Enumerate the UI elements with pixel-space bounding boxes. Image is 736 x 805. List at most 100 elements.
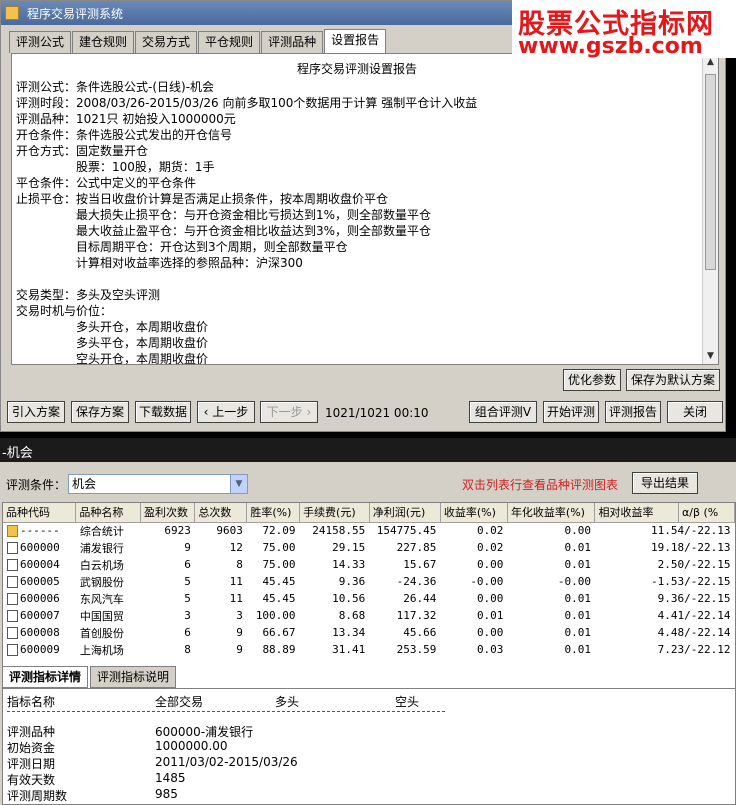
cell-profit: 15.67 — [403, 558, 437, 571]
col-header[interactable]: 相对收益率 — [594, 503, 680, 523]
tab-instruments[interactable]: 评测品种 — [261, 31, 324, 53]
cell-wins: 6923 — [164, 524, 191, 538]
download-data-button[interactable]: 下载数据 — [135, 401, 191, 423]
report-line: 目标周期平仓：开仓达到3个周期，则全部数量平仓 — [16, 240, 348, 254]
cell-annual: 0.01 — [564, 558, 591, 571]
cell-total: 9603 — [216, 524, 243, 538]
cell-return: 0.00 — [476, 558, 504, 571]
tab-close-rules[interactable]: 平仓规则 — [198, 31, 261, 53]
cell-winrate: 75.00 — [262, 541, 296, 554]
save-as-default-button[interactable]: 保存为默认方案 — [626, 369, 720, 391]
report-line: 评测公式：条件选股公式-(日线)-机会 — [16, 80, 215, 94]
report-line: 交易时机与价位： — [16, 304, 113, 318]
doc-icon — [7, 644, 18, 656]
evaluation-window: 程序交易评测系统 × 评测公式 建仓规则 交易方式 平仓规则 评测品种 设置报告… — [0, 0, 726, 432]
table-row[interactable]: 600006 东风汽车 5 11 45.45 10.56 26.44 0.00 … — [3, 590, 735, 607]
cell-return: 0.00 — [476, 626, 504, 639]
tab-metric-help[interactable]: 评测指标说明 — [90, 666, 177, 688]
cell-profit: 117.32 — [396, 609, 437, 622]
cell-fee: 31.41 — [332, 643, 366, 656]
combine-eval-button[interactable]: 组合评测V — [469, 401, 537, 423]
table-row[interactable]: ------ 综合统计 6923 9603 72.09 24158.55 154… — [3, 522, 735, 539]
report-line: 空头开仓，本周期收盘价 — [16, 352, 209, 365]
tab-settings-report[interactable]: 设置报告 — [324, 29, 387, 53]
cell-return: -0.00 — [470, 575, 504, 588]
report-title: 程序交易评测设置报告 — [296, 62, 417, 76]
import-scheme-button[interactable]: 引入方案 — [7, 401, 65, 423]
col-header[interactable]: 品种名称 — [75, 503, 141, 523]
condition-label: 评测条件： — [6, 478, 67, 492]
scroll-thumb[interactable] — [705, 74, 716, 270]
close-button[interactable]: 关闭 — [667, 401, 723, 423]
prev-step-button[interactable]: ‹ 上一步 — [197, 401, 255, 423]
cell-relative: 9.36/-22.15 — [657, 592, 731, 605]
metric-name: 初始资金 — [7, 741, 56, 755]
col-header[interactable]: 净利润(元) — [369, 503, 441, 523]
report-line: 止损平仓：按当日收盘价计算是否满足止损条件，按本周期收盘价平仓 — [16, 192, 389, 206]
tab-metric-details[interactable]: 评测指标详情 — [2, 666, 89, 688]
condition-value: 机会 — [72, 477, 97, 491]
cell-wins: 3 — [184, 609, 191, 622]
table-row[interactable]: 600007 中国国贸 3 3 100.00 8.68 117.32 0.01 … — [3, 607, 735, 624]
table-row[interactable]: 600005 武钢股份 5 11 45.45 9.36 -24.36 -0.00… — [3, 573, 735, 590]
report-line: 多头平仓，本周期收盘价 — [16, 336, 209, 350]
tab-trade-mode[interactable]: 交易方式 — [135, 31, 198, 53]
cell-relative: 4.41/-22.14 — [657, 609, 731, 622]
code: 600005 — [20, 575, 60, 588]
start-eval-button[interactable]: 开始评测 — [543, 401, 599, 423]
code: ------ — [20, 524, 60, 538]
cell-annual: 0.01 — [564, 541, 591, 554]
optimize-params-button[interactable]: 优化参数 — [563, 369, 621, 391]
cell-fee: 14.33 — [332, 558, 366, 571]
col-header[interactable]: 总次数 — [194, 503, 248, 523]
table-row[interactable]: 600008 首创股份 6 9 66.67 13.34 45.66 0.00 0… — [3, 624, 735, 641]
cell-winrate: 75.00 — [262, 558, 296, 571]
table-row[interactable]: 600000 浦发银行 9 12 75.00 29.15 227.85 0.02… — [3, 539, 735, 556]
eval-report-button[interactable]: 评测报告 — [605, 401, 661, 423]
metric-value: 1000000.00 — [155, 739, 228, 753]
metric-value: 2011/03/02-2015/03/26 — [155, 755, 298, 769]
cell-winrate: 66.67 — [262, 626, 296, 639]
tab-formula[interactable]: 评测公式 — [9, 31, 72, 53]
cell-profit: 227.85 — [396, 541, 437, 554]
code: 600009 — [20, 643, 60, 656]
chevron-down-icon[interactable]: ▼ — [230, 475, 247, 493]
col-header[interactable]: 手续费(元) — [299, 503, 370, 523]
report-line: 平仓条件：公式中定义的平仓条件 — [16, 176, 197, 190]
col-header[interactable]: 盈利次数 — [140, 503, 196, 523]
metric-value: 600000-浦发银行 — [155, 725, 254, 739]
cell-fee: 24158.55 — [312, 524, 366, 538]
chevron-right-icon: › — [302, 405, 312, 419]
detail-tab-bar: 评测指标详情 评测指标说明 — [2, 666, 178, 688]
watermark-url: www.gszb.com — [518, 34, 703, 59]
table-row[interactable]: 600009 上海机场 8 9 88.89 31.41 253.59 0.03 … — [3, 641, 735, 658]
report-scrollbar[interactable]: ▲ ▼ — [702, 54, 718, 364]
cell-wins: 5 — [184, 592, 191, 605]
cell-return: 0.02 — [476, 541, 504, 554]
col-header[interactable]: 胜率(%) — [246, 503, 301, 523]
col-header[interactable]: 品种代码 — [3, 503, 77, 523]
col-header[interactable]: α/β (% — [678, 503, 735, 523]
tab-open-rules[interactable]: 建仓规则 — [72, 31, 135, 53]
table-row[interactable]: 600004 白云机场 6 8 75.00 14.33 15.67 0.00 0… — [3, 556, 735, 573]
metric-value: 1485 — [155, 771, 186, 785]
cell-fee: 13.34 — [332, 626, 366, 639]
condition-select[interactable]: 机会 ▼ — [68, 474, 248, 494]
report-line: 开仓方式：固定数量开仓 — [16, 144, 149, 158]
cell-relative: 7.23/-22.12 — [657, 643, 731, 656]
site-watermark: 股票公式指标网 www.gszb.com — [512, 0, 736, 59]
results-title-bar: -机会 — [0, 438, 736, 462]
save-scheme-button[interactable]: 保存方案 — [71, 401, 129, 423]
report-line: 计算相对收益率选择的参照品种：沪深300 — [16, 256, 303, 270]
metric-name: 评测周期数 — [7, 789, 68, 803]
cell-profit: 253.59 — [396, 643, 437, 656]
col-header[interactable]: 年化收益率(%) — [507, 503, 596, 523]
cell-name: 综合统计 — [79, 524, 124, 538]
summary-icon — [7, 525, 18, 538]
col-header[interactable]: 收益率(%) — [440, 503, 508, 523]
window-title: 程序交易评测系统 — [27, 6, 124, 21]
cell-wins: 6 — [184, 558, 191, 571]
export-results-button[interactable]: 导出结果 — [632, 472, 698, 494]
next-step-button[interactable]: 下一步 › — [260, 401, 318, 423]
scroll-down-icon[interactable]: ▼ — [703, 348, 718, 364]
